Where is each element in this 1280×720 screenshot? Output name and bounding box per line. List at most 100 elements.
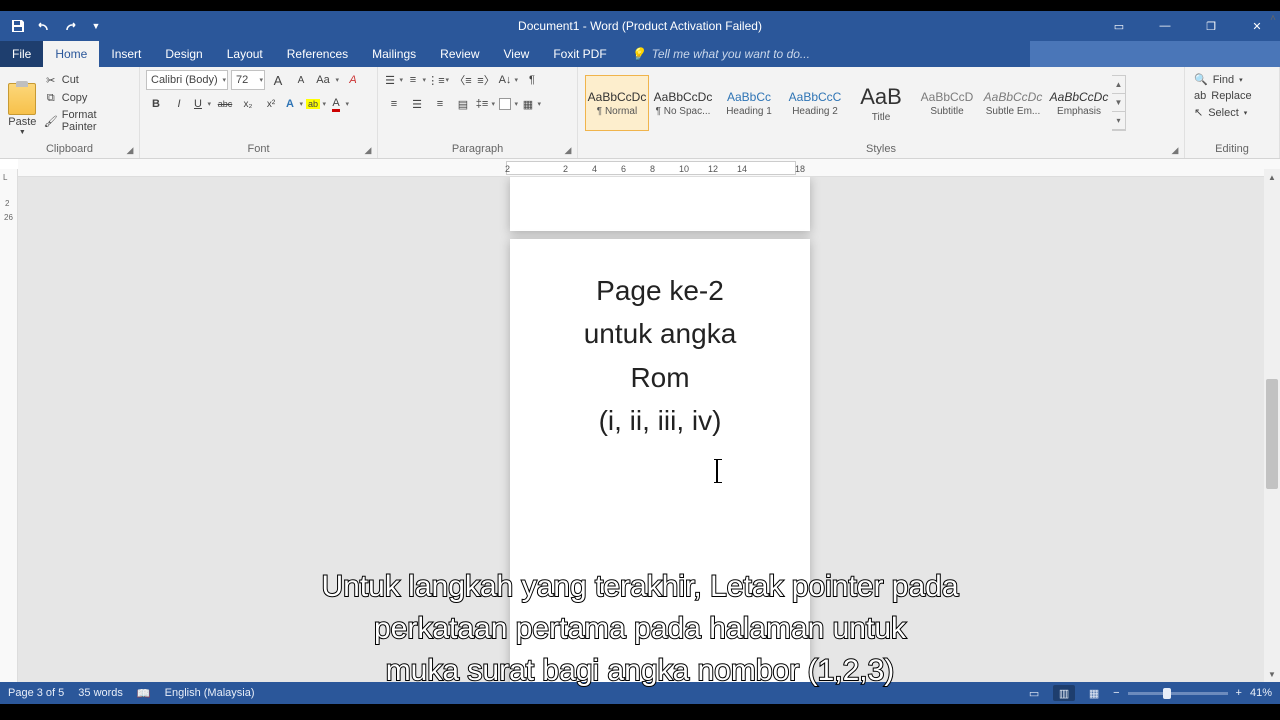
clear-formatting-button[interactable]: A bbox=[343, 70, 363, 90]
group-font: Calibri (Body) 72 A A Aa A B I U abc x₂ … bbox=[140, 67, 378, 158]
spellcheck-icon[interactable]: 📖 bbox=[137, 687, 151, 700]
increase-indent-button[interactable]: ≡〉 bbox=[476, 70, 496, 90]
scissors-icon: ✂ bbox=[44, 73, 58, 87]
style-subtle-em-[interactable]: AaBbCcDcSubtle Em... bbox=[981, 75, 1045, 131]
page-current[interactable]: Page ke-2 untuk angka Rom (i, ii, iii, i… bbox=[510, 239, 810, 682]
window-title: Document1 - Word (Product Activation Fai… bbox=[518, 19, 762, 33]
text-effects-button[interactable]: A bbox=[284, 94, 304, 114]
scroll-up-icon[interactable]: ▲ bbox=[1264, 169, 1280, 185]
tell-me-search[interactable]: 💡 Tell me what you want to do... bbox=[619, 41, 1030, 67]
group-editing: 🔍Find▾ abReplace ↖Select▾ Editing bbox=[1185, 67, 1280, 158]
styles-gallery-scroll[interactable]: ▲▼▾ bbox=[1112, 75, 1126, 131]
zoom-slider[interactable] bbox=[1128, 692, 1228, 695]
find-button[interactable]: 🔍Find▾ bbox=[1191, 72, 1273, 87]
replace-button[interactable]: abReplace bbox=[1191, 89, 1273, 103]
align-right-button[interactable]: ≡ bbox=[430, 94, 450, 114]
tab-home[interactable]: Home bbox=[43, 41, 99, 67]
qat-customize-icon[interactable]: ▼ bbox=[84, 14, 108, 38]
borders-button[interactable]: ▦ bbox=[522, 94, 542, 114]
font-size-combo[interactable]: 72 bbox=[231, 70, 265, 90]
scroll-down-icon[interactable]: ▼ bbox=[1264, 666, 1280, 682]
italic-button[interactable]: I bbox=[169, 94, 189, 114]
status-words[interactable]: 35 words bbox=[78, 687, 123, 699]
find-icon: 🔍 bbox=[1194, 73, 1208, 86]
style--normal[interactable]: AaBbCcDc¶ Normal bbox=[585, 75, 649, 131]
style-heading-1[interactable]: AaBbCcHeading 1 bbox=[717, 75, 781, 131]
zoom-in-button[interactable]: + bbox=[1236, 687, 1242, 699]
read-mode-button[interactable]: ▭ bbox=[1023, 685, 1045, 701]
statusbar: Page 3 of 5 35 words 📖 English (Malaysia… bbox=[0, 682, 1280, 704]
zoom-out-button[interactable]: − bbox=[1113, 687, 1119, 699]
scrollbar-thumb[interactable] bbox=[1266, 379, 1278, 489]
tab-mailings[interactable]: Mailings bbox=[360, 41, 428, 67]
cut-button[interactable]: ✂Cut bbox=[42, 72, 133, 88]
ribbon: ˄ Paste ▼ ✂Cut ⧉Copy 🖌Format Painter Cli… bbox=[0, 67, 1280, 159]
font-color-button[interactable]: A bbox=[330, 94, 350, 114]
ribbon-display-options-icon[interactable]: ▭ bbox=[1096, 11, 1142, 41]
collapse-ribbon-icon[interactable]: ˄ bbox=[1270, 13, 1276, 24]
undo-icon[interactable] bbox=[32, 14, 56, 38]
print-layout-button[interactable]: ▥ bbox=[1053, 685, 1075, 701]
editing-group-label: Editing bbox=[1215, 143, 1249, 155]
tab-layout[interactable]: Layout bbox=[215, 41, 275, 67]
redo-icon[interactable] bbox=[58, 14, 82, 38]
select-button[interactable]: ↖Select▾ bbox=[1191, 105, 1273, 120]
clipboard-group-label: Clipboard bbox=[46, 143, 93, 155]
status-language[interactable]: English (Malaysia) bbox=[165, 687, 255, 699]
change-case-button[interactable]: Aa bbox=[314, 70, 340, 90]
tab-design[interactable]: Design bbox=[153, 41, 214, 67]
document-area[interactable]: Page ke-2 untuk angka Rom (i, ii, iii, i… bbox=[18, 177, 1280, 682]
style-title[interactable]: AaBTitle bbox=[849, 75, 913, 131]
grow-font-button[interactable]: A bbox=[268, 70, 288, 90]
styles-launcher-icon[interactable]: ◢ bbox=[1170, 145, 1180, 155]
numbering-button[interactable]: ≡ bbox=[407, 70, 427, 90]
superscript-button[interactable]: x² bbox=[261, 94, 281, 114]
scrollbar-vertical[interactable]: ▲ ▼ bbox=[1264, 169, 1280, 682]
account-area[interactable] bbox=[1030, 41, 1280, 67]
style--no-spac-[interactable]: AaBbCcDc¶ No Spac... bbox=[651, 75, 715, 131]
save-icon[interactable] bbox=[6, 14, 30, 38]
tab-file[interactable]: File bbox=[0, 41, 43, 67]
sort-button[interactable]: A↓ bbox=[499, 70, 519, 90]
styles-gallery[interactable]: AaBbCcDc¶ NormalAaBbCcDc¶ No Spac...AaBb… bbox=[584, 70, 1178, 136]
font-name-combo[interactable]: Calibri (Body) bbox=[146, 70, 228, 90]
style-emphasis[interactable]: AaBbCcDcEmphasis bbox=[1047, 75, 1111, 131]
show-marks-button[interactable]: ¶ bbox=[522, 70, 542, 90]
shrink-font-button[interactable]: A bbox=[291, 70, 311, 90]
justify-button[interactable]: ▤ bbox=[453, 94, 473, 114]
align-left-button[interactable]: ≡ bbox=[384, 94, 404, 114]
status-page[interactable]: Page 3 of 5 bbox=[8, 687, 64, 699]
font-launcher-icon[interactable]: ◢ bbox=[363, 145, 373, 155]
web-layout-button[interactable]: ▦ bbox=[1083, 685, 1105, 701]
paragraph-group-label: Paragraph bbox=[452, 143, 503, 155]
style-subtitle[interactable]: AaBbCcDSubtitle bbox=[915, 75, 979, 131]
ruler-horizontal[interactable]: 2246810121418 bbox=[18, 159, 1280, 177]
tab-foxit-pdf[interactable]: Foxit PDF bbox=[541, 41, 618, 67]
align-center-button[interactable]: ☰ bbox=[407, 94, 427, 114]
copy-button[interactable]: ⧉Copy bbox=[42, 90, 133, 106]
clipboard-launcher-icon[interactable]: ◢ bbox=[125, 145, 135, 155]
highlight-button[interactable]: ab bbox=[307, 94, 327, 114]
line-spacing-button[interactable]: ‡≡ bbox=[476, 94, 496, 114]
group-paragraph: ☰ ≡ ⋮≡ 〈≡ ≡〉 A↓ ¶ ≡ ☰ ≡ ▤ ‡≡ ▦ bbox=[378, 67, 578, 158]
tab-insert[interactable]: Insert bbox=[99, 41, 153, 67]
format-painter-button[interactable]: 🖌Format Painter bbox=[42, 108, 133, 134]
ruler-vertical[interactable]: L 2 26 bbox=[0, 169, 18, 682]
paste-button[interactable]: Paste ▼ bbox=[6, 70, 39, 136]
bold-button[interactable]: B bbox=[146, 94, 166, 114]
multilevel-list-button[interactable]: ⋮≡ bbox=[430, 70, 450, 90]
maximize-button[interactable]: ❐ bbox=[1188, 11, 1234, 41]
style-heading-2[interactable]: AaBbCcCHeading 2 bbox=[783, 75, 847, 131]
paragraph-launcher-icon[interactable]: ◢ bbox=[563, 145, 573, 155]
tab-references[interactable]: References bbox=[275, 41, 360, 67]
underline-button[interactable]: U bbox=[192, 94, 212, 114]
subscript-button[interactable]: x₂ bbox=[238, 94, 258, 114]
tab-review[interactable]: Review bbox=[428, 41, 491, 67]
shading-button[interactable] bbox=[499, 94, 519, 114]
tab-view[interactable]: View bbox=[492, 41, 542, 67]
zoom-level[interactable]: 41% bbox=[1250, 687, 1272, 699]
decrease-indent-button[interactable]: 〈≡ bbox=[453, 70, 473, 90]
bullets-button[interactable]: ☰ bbox=[384, 70, 404, 90]
strikethrough-button[interactable]: abc bbox=[215, 94, 235, 114]
minimize-button[interactable]: — bbox=[1142, 11, 1188, 41]
